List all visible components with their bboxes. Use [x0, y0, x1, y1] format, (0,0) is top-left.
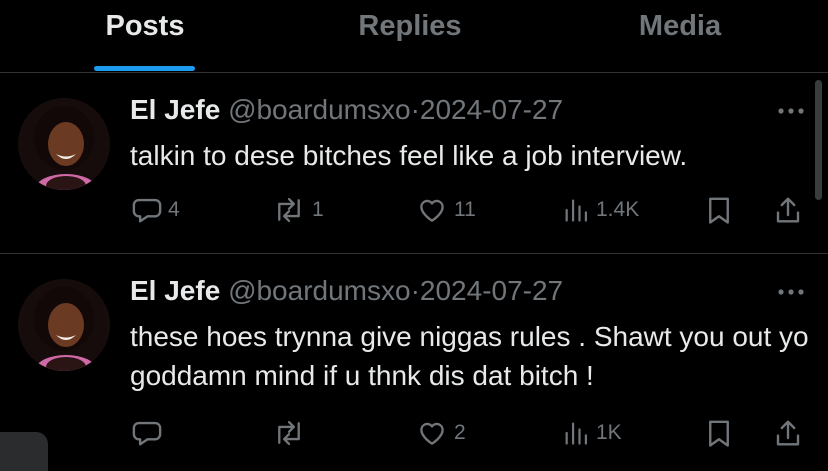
share-upload-icon: [776, 420, 800, 446]
floating-widget-corner[interactable]: [0, 432, 48, 471]
bookmark-button[interactable]: [706, 413, 732, 453]
like-button[interactable]: 2: [416, 413, 466, 453]
separator-dot: ·: [410, 94, 420, 125]
share-button[interactable]: [773, 413, 803, 453]
bookmark-icon: [709, 420, 729, 447]
reply-button[interactable]: [132, 413, 168, 453]
bookmark-button[interactable]: [706, 190, 732, 230]
post-actions: 4 1 11 1.4K: [0, 190, 828, 230]
author-handle[interactable]: @boardumsxo: [228, 94, 411, 125]
like-count: 11: [454, 198, 476, 221]
post-text: these hoes trynna give niggas rules . Sh…: [130, 321, 809, 391]
author-handle[interactable]: @boardumsxo: [228, 275, 411, 306]
post-date[interactable]: 2024-07-27: [420, 94, 563, 125]
heart-icon: [420, 199, 444, 222]
more-horizontal-icon[interactable]: [776, 282, 806, 302]
post-text: talkin to dese bitches feel like a job i…: [130, 140, 688, 171]
tab-media[interactable]: Media: [600, 0, 760, 72]
post-item[interactable]: El Jefe @boardumsxo·2024-07-27 talkin to…: [0, 73, 828, 254]
tab-media-label: Media: [638, 10, 722, 42]
share-upload-icon: [776, 197, 800, 223]
more-horizontal-icon[interactable]: [776, 101, 806, 121]
repost-button[interactable]: 1: [272, 190, 324, 230]
views-button[interactable]: 1.4K: [562, 190, 639, 230]
post-actions: 2 1K: [0, 413, 828, 453]
like-count: 2: [454, 421, 466, 444]
tab-replies[interactable]: Replies: [320, 0, 500, 72]
avatar-image: [18, 98, 110, 190]
view-count: 1K: [596, 421, 622, 444]
repost-count: 1: [312, 198, 324, 221]
tab-posts-label: Posts: [105, 10, 185, 42]
avatar[interactable]: [18, 98, 110, 190]
profile-tabs: Posts Replies Media: [0, 0, 828, 73]
active-tab-indicator: [94, 66, 195, 71]
post-item[interactable]: El Jefe @boardumsxo·2024-07-27 these hoe…: [0, 254, 828, 471]
author-name[interactable]: El Jefe: [130, 275, 220, 306]
tab-posts[interactable]: Posts: [60, 0, 230, 72]
tab-replies-label: Replies: [358, 10, 462, 42]
bookmark-icon: [709, 197, 729, 224]
author-name[interactable]: El Jefe: [130, 94, 220, 125]
reply-count: 4: [168, 198, 180, 221]
avatar-image: [18, 279, 110, 371]
reply-bubble-icon: [132, 198, 162, 223]
repost-icon: [278, 197, 300, 223]
share-button[interactable]: [773, 190, 803, 230]
views-button[interactable]: 1K: [562, 413, 622, 453]
reply-bubble-icon: [132, 421, 162, 446]
avatar[interactable]: [18, 279, 110, 371]
bar-chart-icon: [565, 422, 588, 445]
like-button[interactable]: 11: [416, 190, 476, 230]
post-date[interactable]: 2024-07-27: [420, 275, 563, 306]
repost-icon: [278, 420, 300, 446]
post-header: El Jefe @boardumsxo·2024-07-27: [130, 274, 563, 308]
reply-button[interactable]: 4: [132, 190, 180, 230]
separator-dot: ·: [410, 275, 420, 306]
bar-chart-icon: [565, 199, 588, 222]
heart-icon: [420, 422, 444, 445]
view-count: 1.4K: [596, 198, 640, 221]
post-header: El Jefe @boardumsxo·2024-07-27: [130, 93, 563, 127]
repost-button[interactable]: [272, 413, 312, 453]
